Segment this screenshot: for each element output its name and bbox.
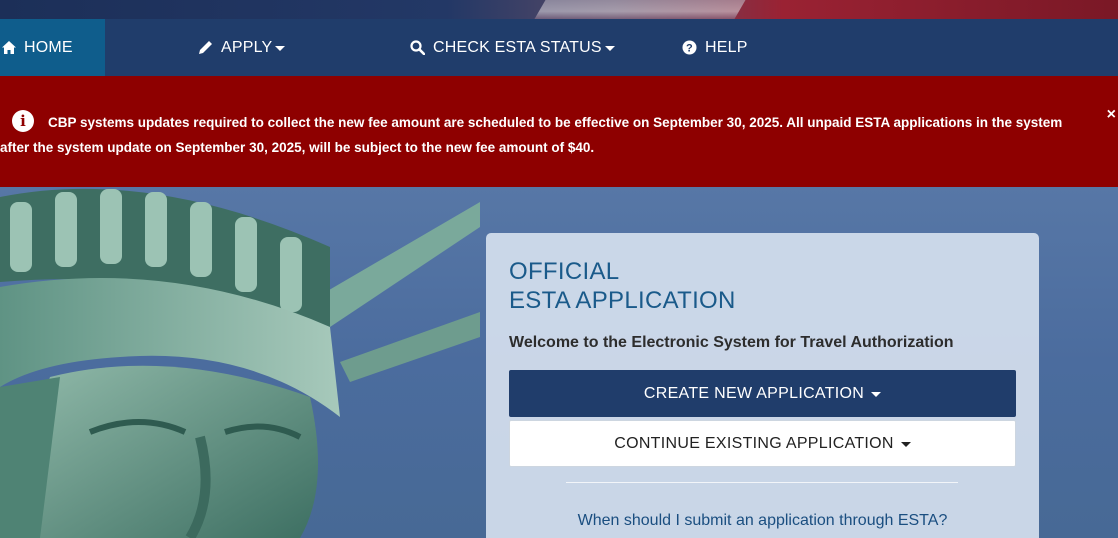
nav-apply[interactable]: APPLY	[198, 19, 286, 76]
welcome-subtitle: Welcome to the Electronic System for Tra…	[509, 334, 954, 351]
home-icon	[2, 41, 16, 54]
continue-existing-application-button[interactable]: CONTINUE EXISTING APPLICATION	[509, 420, 1016, 467]
main-nav: HOME APPLY CHECK ESTA STATUS ? HELP	[0, 19, 1118, 76]
nav-help-label: HELP	[705, 38, 748, 56]
search-icon	[410, 40, 425, 55]
statue-of-liberty-image	[0, 188, 480, 538]
alert-message: CBP systems updates required to collect …	[0, 115, 1063, 155]
create-new-application-button[interactable]: CREATE NEW APPLICATION	[509, 370, 1016, 417]
divider	[566, 482, 958, 483]
esta-application-card: OFFICIAL ESTA APPLICATION Welcome to the…	[486, 233, 1039, 538]
chevron-down-icon	[275, 46, 286, 51]
nav-status-label: CHECK ESTA STATUS	[433, 38, 602, 56]
nav-check-status[interactable]: CHECK ESTA STATUS	[410, 19, 615, 76]
title-line-official: OFFICIAL	[509, 258, 620, 285]
title-line-esta: ESTA APPLICATION	[509, 287, 736, 314]
page-title: OFFICIAL ESTA APPLICATION	[509, 257, 736, 315]
chevron-down-icon	[900, 442, 911, 447]
nav-home-label: HOME	[24, 38, 73, 56]
svg-text:?: ?	[686, 43, 693, 55]
faq-link[interactable]: When should I submit an application thro…	[486, 512, 1039, 530]
nav-home[interactable]: HOME	[0, 19, 105, 76]
create-button-label: CREATE NEW APPLICATION	[643, 384, 865, 402]
fee-alert-banner: i CBP systems updates required to collec…	[0, 76, 1118, 187]
nav-help[interactable]: ? HELP	[682, 19, 748, 76]
pencil-icon	[198, 40, 213, 55]
flag-banner-strip	[0, 0, 1118, 19]
chevron-down-icon	[604, 46, 615, 51]
nav-apply-label: APPLY	[221, 38, 273, 56]
question-circle-icon: ?	[682, 40, 697, 55]
chevron-down-icon	[871, 392, 882, 397]
close-icon[interactable]: ×	[1107, 106, 1116, 124]
continue-button-label: CONTINUE EXISTING APPLICATION	[614, 434, 894, 452]
